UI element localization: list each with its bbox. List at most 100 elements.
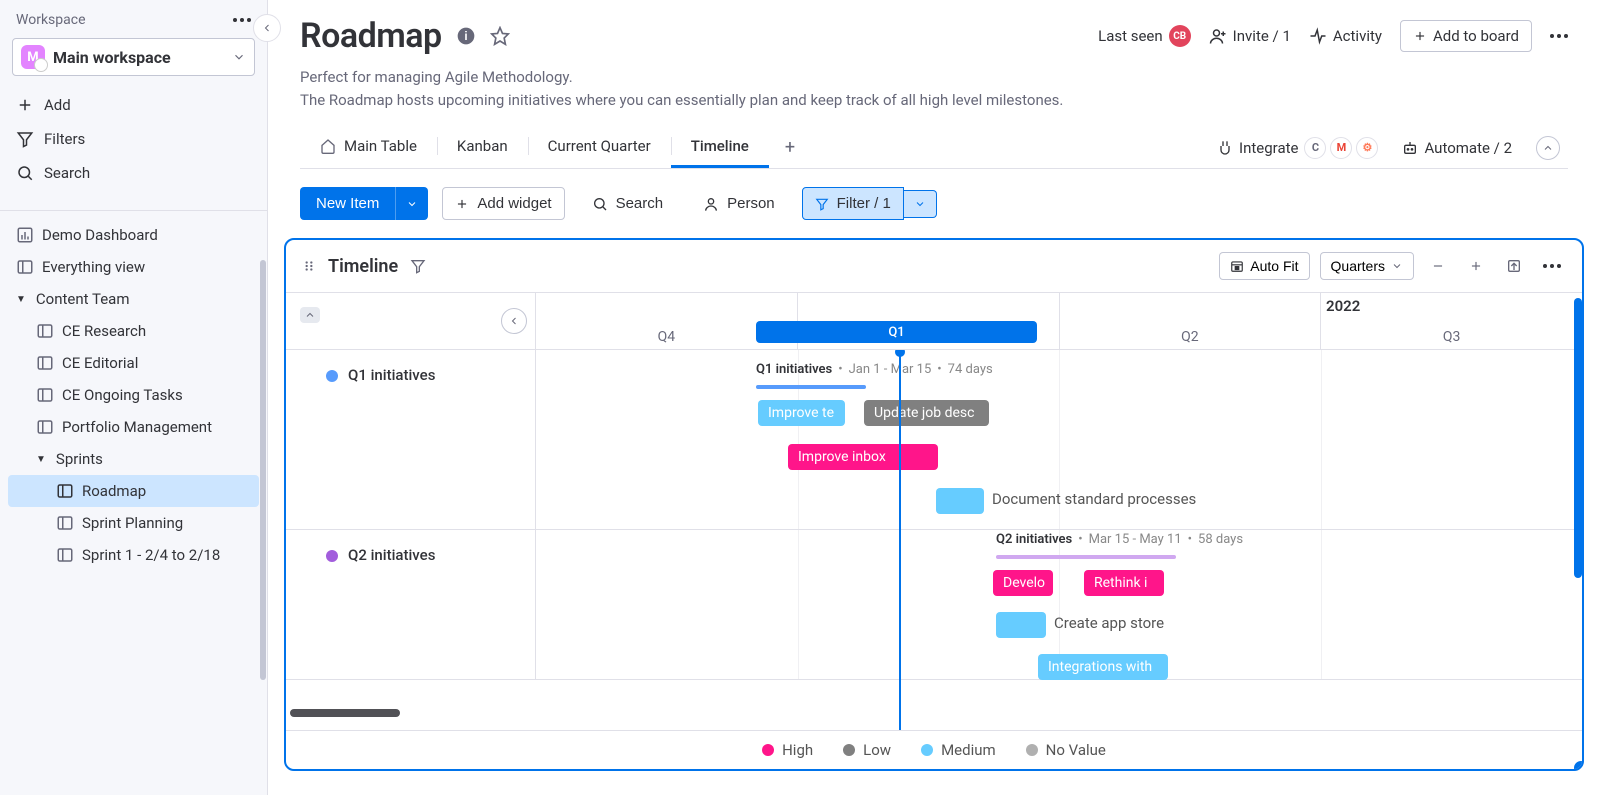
- workspace-selector[interactable]: M Main workspace: [12, 38, 255, 76]
- nav-demo-dashboard[interactable]: Demo Dashboard: [8, 219, 259, 251]
- collapse-header-button[interactable]: [1536, 136, 1560, 160]
- tab-kanban[interactable]: Kanban: [437, 127, 528, 168]
- q2-summary[interactable]: Q2 initiatives • Mar 15 - May 11 • 58 da…: [996, 532, 1243, 559]
- task-create-app-bar[interactable]: [996, 612, 1046, 638]
- sidebar-collapse-button[interactable]: [253, 14, 281, 42]
- board-description[interactable]: Perfect for managing Agile Methodology. …: [300, 66, 1568, 111]
- sidebar-scrollbar[interactable]: [260, 260, 266, 680]
- nav-ce-research[interactable]: CE Research: [8, 315, 259, 347]
- sidebar-filters[interactable]: Filters: [8, 122, 259, 156]
- person-plus-icon: [1209, 27, 1227, 45]
- task-update-job[interactable]: Update job desc: [864, 400, 989, 426]
- nav-content-team[interactable]: ▼ Content Team: [8, 283, 259, 315]
- quarter-q2[interactable]: Q2: [1059, 293, 1321, 349]
- filter-icon: [16, 130, 34, 148]
- dashboard-icon: [16, 226, 34, 244]
- invite-button[interactable]: Invite / 1: [1209, 27, 1291, 45]
- chevron-left-icon: [508, 315, 520, 327]
- main: Roadmap i Last seen CB Invite /: [268, 0, 1600, 795]
- caret-down-icon: ▼: [36, 454, 46, 465]
- panel-scrollbar[interactable]: [1574, 298, 1582, 578]
- chevron-down-icon: [1391, 260, 1403, 272]
- task-rethink[interactable]: Rethink i: [1084, 570, 1164, 596]
- last-seen[interactable]: Last seen CB: [1098, 25, 1191, 47]
- sidebar-add[interactable]: Add: [8, 88, 259, 122]
- group-label-q2[interactable]: Q2 initiatives: [348, 546, 435, 564]
- board-title[interactable]: Roadmap: [300, 16, 442, 56]
- task-improve-inbox[interactable]: Improve inbox: [788, 444, 938, 470]
- star-icon[interactable]: [490, 26, 510, 46]
- export-button[interactable]: [1500, 252, 1528, 280]
- board-icon: [16, 258, 34, 276]
- tab-main-table[interactable]: Main Table: [300, 127, 437, 168]
- group-color-dot: [326, 370, 338, 382]
- activity-button[interactable]: Activity: [1309, 27, 1382, 45]
- board-icon: [56, 482, 74, 500]
- zoom-in-button[interactable]: [1462, 252, 1490, 280]
- task-document-std-bar[interactable]: [936, 488, 984, 514]
- task-improve-te[interactable]: Improve te: [758, 400, 845, 426]
- legend-dot-none: [1026, 744, 1038, 756]
- add-to-board-button[interactable]: Add to board: [1400, 20, 1532, 52]
- add-widget-button[interactable]: Add widget: [442, 187, 564, 220]
- zoom-out-button[interactable]: [1424, 252, 1452, 280]
- tab-add[interactable]: +: [769, 137, 811, 158]
- nav-ce-ongoing[interactable]: CE Ongoing Tasks: [8, 379, 259, 411]
- autofit-button[interactable]: Auto Fit: [1219, 252, 1309, 280]
- nav-portfolio[interactable]: Portfolio Management: [8, 411, 259, 443]
- quarter-q3[interactable]: Q3: [1320, 293, 1582, 349]
- chevron-down-icon: [914, 198, 926, 210]
- board-icon: [36, 418, 54, 436]
- scale-selector[interactable]: Quarters: [1320, 252, 1414, 280]
- group-label-q1[interactable]: Q1 initiatives: [348, 366, 435, 384]
- panel-more-icon[interactable]: [1538, 252, 1566, 280]
- drag-handle-icon[interactable]: [302, 259, 316, 273]
- person-button[interactable]: Person: [690, 187, 788, 220]
- plug-icon: [1217, 140, 1233, 156]
- nav-everything-view[interactable]: Everything view: [8, 251, 259, 283]
- more-icon[interactable]: [1550, 34, 1568, 38]
- sidebar-search[interactable]: Search: [8, 156, 259, 190]
- nav-ce-editorial[interactable]: CE Editorial: [8, 347, 259, 379]
- sidebar-menu-icon[interactable]: [233, 18, 251, 22]
- collapse-side-button[interactable]: [501, 308, 527, 334]
- timeline-row-q1: Q1 initiatives Q1 initiatives • Jan 1 - …: [286, 350, 1582, 530]
- integrate-button[interactable]: Integrate C M ⚙: [1217, 137, 1378, 159]
- chevron-up-icon: [304, 309, 316, 321]
- new-item-dropdown[interactable]: [395, 187, 428, 220]
- panel-title: Timeline: [328, 256, 398, 277]
- task-create-app-label: Create app store: [1054, 614, 1164, 632]
- q1-summary[interactable]: Q1 initiatives • Jan 1 - Mar 15 • 74 day…: [756, 362, 993, 389]
- filter-icon: [815, 197, 829, 211]
- nav-roadmap[interactable]: Roadmap: [8, 475, 259, 507]
- nav-sprints[interactable]: ▼ Sprints: [8, 443, 259, 475]
- collapse-groups-button[interactable]: [300, 307, 320, 323]
- task-document-std-label: Document standard processes: [992, 490, 1196, 508]
- new-item-button[interactable]: New Item: [300, 187, 395, 220]
- search-button[interactable]: Search: [579, 187, 677, 220]
- task-integrations[interactable]: Integrations with: [1038, 654, 1168, 680]
- home-icon: [320, 138, 336, 154]
- board-icon: [36, 322, 54, 340]
- selected-quarter-bar[interactable]: Q1: [756, 321, 1037, 343]
- today-line: [899, 350, 901, 730]
- timeline-panel: Timeline Auto Fit Quarters: [284, 238, 1584, 771]
- legend-dot-high: [762, 744, 774, 756]
- timeline-row-q2: Q2 initiatives Q2 initiatives • Mar 15 -…: [286, 530, 1582, 680]
- nav-sprint-1[interactable]: Sprint 1 - 2/4 to 2/18: [8, 539, 259, 571]
- chevron-up-icon: [1542, 142, 1554, 154]
- nav-sprint-planning[interactable]: Sprint Planning: [8, 507, 259, 539]
- horizontal-scrollbar[interactable]: [290, 709, 400, 717]
- tab-current-quarter[interactable]: Current Quarter: [528, 127, 671, 168]
- automate-button[interactable]: Automate / 2: [1402, 139, 1512, 157]
- tab-timeline[interactable]: Timeline: [671, 127, 769, 168]
- filter-button[interactable]: Filter / 1: [802, 187, 904, 220]
- task-develo[interactable]: Develo: [993, 570, 1053, 596]
- group-color-dot: [326, 550, 338, 562]
- panel-filter-icon[interactable]: [410, 258, 426, 274]
- filter-dropdown[interactable]: [904, 190, 937, 218]
- integration-icon-hubspot: ⚙: [1356, 137, 1378, 159]
- info-icon[interactable]: i: [456, 26, 476, 46]
- resize-handle[interactable]: [1574, 761, 1584, 771]
- sidebar-nav: Demo Dashboard Everything view ▼ Content…: [0, 219, 267, 571]
